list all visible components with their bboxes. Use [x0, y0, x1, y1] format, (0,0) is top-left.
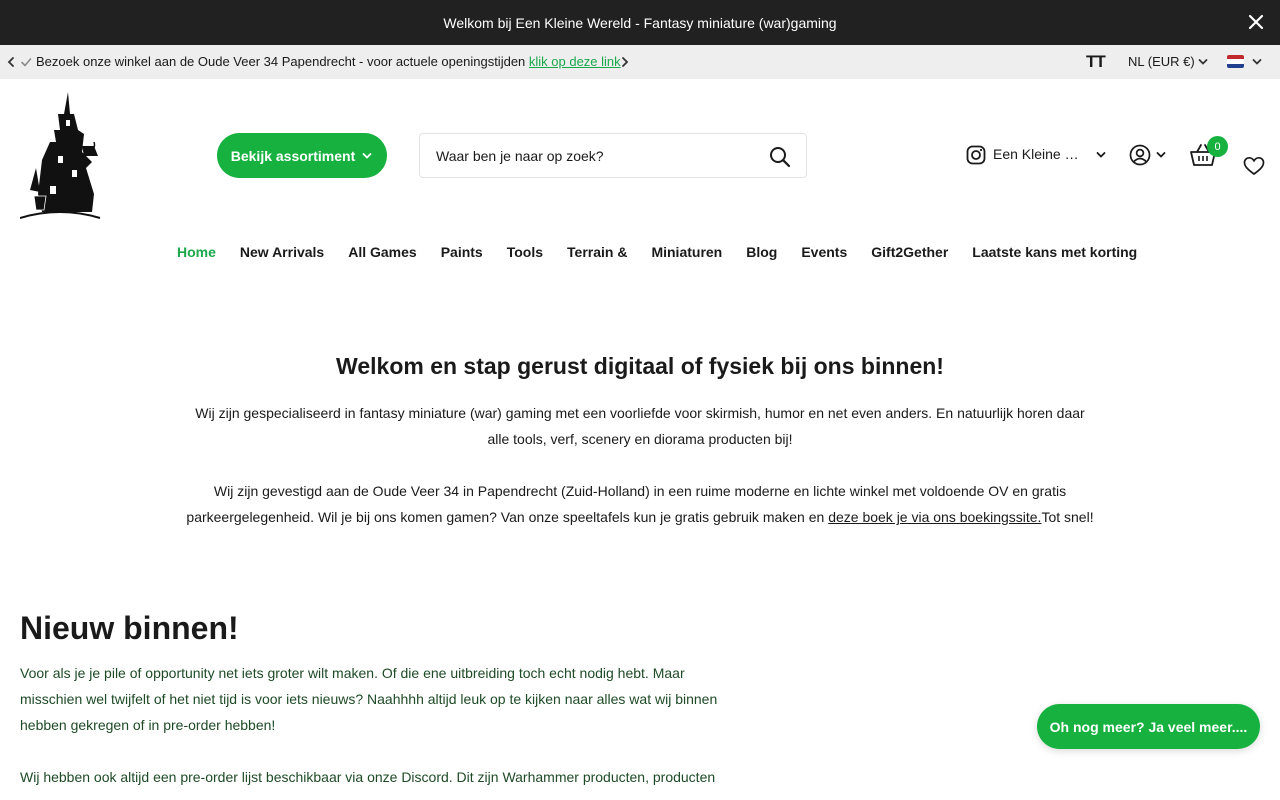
preorder-line-1: Wij hebben ook altijd een pre-order lijs…	[20, 769, 716, 785]
welcome-location-line-1: Wij zijn gevestigd aan de Oude Veer 34 i…	[213, 483, 1067, 499]
new-arrivals-line-2: misschien wel twijfelt of het niet tijd …	[20, 691, 718, 707]
new-arrivals-title: Nieuw binnen!	[20, 610, 239, 646]
instagram-label[interactable]: Een Kleine Wereld	[993, 146, 1085, 162]
chevron-down-icon	[362, 152, 372, 159]
nav-item-last-chance[interactable]: Laatste kans met korting	[972, 244, 1137, 260]
instagram-icon[interactable]	[966, 145, 986, 165]
nav-item-events[interactable]: Events	[801, 244, 847, 260]
nav-item-miniaturen[interactable]: Miniaturen	[651, 244, 722, 260]
view-assortment-button[interactable]: Bekijk assortiment	[217, 133, 387, 178]
new-arrivals-line-3: hebben gekregen of in pre-order hebben!	[20, 717, 276, 733]
heart-icon[interactable]	[1243, 156, 1265, 176]
announcement-text: Welkom bij Een Kleine Wereld - Fantasy m…	[443, 14, 837, 31]
usp-text: Bezoek onze winkel aan de Oude Veer 34 P…	[36, 54, 529, 69]
font-size-toggle[interactable]: TT	[1086, 52, 1106, 72]
nav-item-blog[interactable]: Blog	[746, 244, 777, 260]
nav-item-tools[interactable]: Tools	[507, 244, 543, 260]
usp-message: Bezoek onze winkel aan de Oude Veer 34 P…	[36, 54, 621, 69]
welcome-location-line-2: parkeergelegenheid. Wil je bij ons komen…	[186, 509, 829, 525]
cart-count-badge[interactable]: 0	[1207, 136, 1228, 157]
search-input[interactable]	[436, 146, 756, 166]
check-icon	[21, 58, 32, 67]
search-box	[419, 133, 807, 178]
new-arrivals-paragraph: Voor als je je pile of opportunity net i…	[20, 660, 740, 738]
welcome-title: Welkom en stap gerust digitaal of fysiek…	[336, 353, 944, 379]
welcome-intro-paragraph: Wij zijn gespecialiseerd in fantasy mini…	[180, 400, 1100, 452]
nav-item-all-games[interactable]: All Games	[348, 244, 416, 260]
haunted-house-logo[interactable]	[20, 90, 102, 222]
nav-item-terrain[interactable]: Terrain &	[567, 244, 627, 260]
dutch-flag-icon[interactable]	[1227, 55, 1244, 68]
welcome-intro-line-2: alle tools, verf, scenery en diorama pro…	[487, 431, 793, 447]
usp-bar: Bezoek onze winkel aan de Oude Veer 34 P…	[0, 45, 1280, 79]
announcement-bar: Welkom bij Een Kleine Wereld - Fantasy m…	[0, 0, 1280, 45]
welcome-intro-line-1: Wij zijn gespecialiseerd in fantasy mini…	[195, 405, 1085, 421]
booking-link[interactable]: deze boek je via ons boekingssite.	[828, 509, 1041, 525]
preorder-paragraph: Wij hebben ook altijd een pre-order lijs…	[20, 764, 740, 790]
view-assortment-label: Bekijk assortiment	[230, 147, 356, 164]
main-navigation: Home New Arrivals All Games Paints Tools…	[177, 244, 1137, 260]
search-icon[interactable]	[769, 146, 791, 168]
welcome-location-paragraph: Wij zijn gevestigd aan de Oude Veer 34 i…	[180, 478, 1100, 530]
opening-hours-link[interactable]: klik op deze link	[529, 54, 621, 69]
chevron-down-icon[interactable]	[1095, 149, 1107, 161]
nav-item-paints[interactable]: Paints	[441, 244, 483, 260]
nav-item-new-arrivals[interactable]: New Arrivals	[240, 244, 324, 260]
chevron-down-icon[interactable]	[1197, 56, 1209, 68]
chevron-down-icon[interactable]	[1251, 56, 1263, 68]
user-account-icon[interactable]	[1129, 144, 1151, 166]
close-icon[interactable]	[1246, 12, 1266, 32]
new-arrivals-line-1: Voor als je je pile of opportunity net i…	[20, 665, 685, 681]
nav-item-home[interactable]: Home	[177, 244, 216, 260]
welcome-location-line-2-end: Tot snel!	[1041, 509, 1094, 525]
chevron-right-icon[interactable]	[620, 55, 630, 69]
more-products-button[interactable]: Oh nog meer? Ja veel meer....	[1037, 704, 1260, 749]
chevron-down-icon[interactable]	[1155, 149, 1167, 161]
nav-item-gift2gether[interactable]: Gift2Gether	[871, 244, 948, 260]
currency-language-select[interactable]: NL (EUR €)	[1128, 54, 1195, 69]
chevron-left-icon[interactable]	[6, 55, 16, 69]
